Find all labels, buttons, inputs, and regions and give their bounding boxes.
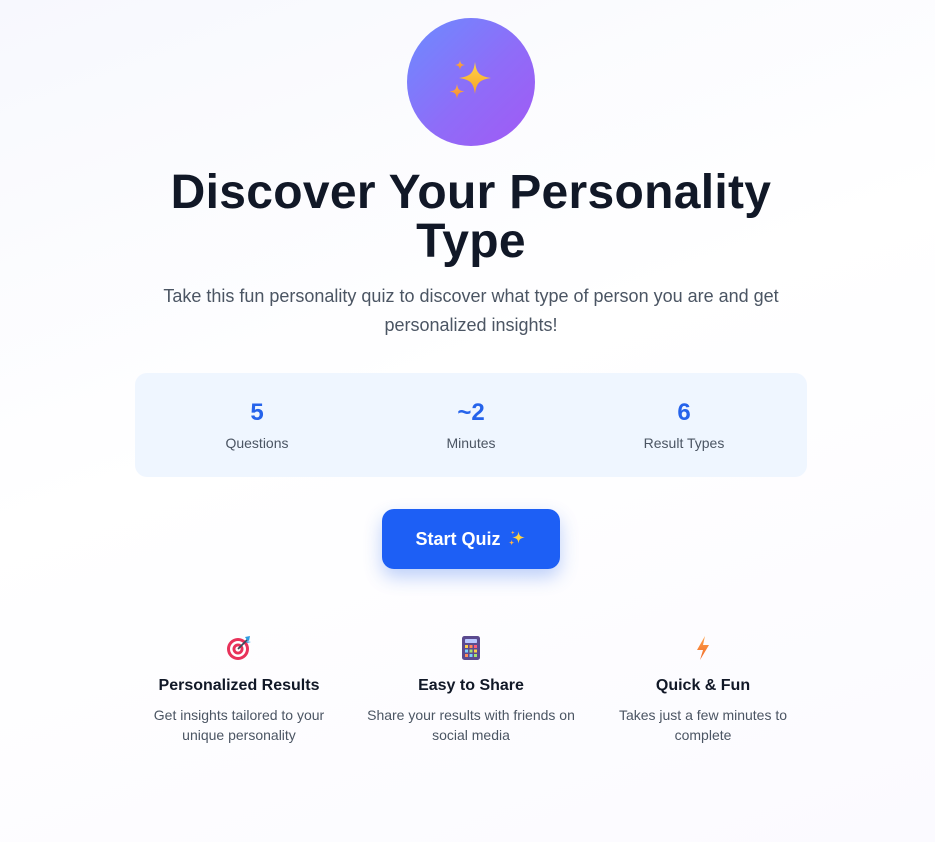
feature-title: Easy to Share: [418, 677, 524, 694]
feature-title: Quick & Fun: [655, 677, 751, 694]
start-quiz-button[interactable]: Start Quiz: [382, 509, 560, 569]
sparkles-icon: [508, 530, 525, 546]
start-quiz-label: Start Quiz: [415, 528, 501, 549]
lightning-icon: [689, 632, 717, 664]
hero-sparkles-badge: [407, 18, 535, 146]
feature-title: Personalized Results: [158, 677, 320, 694]
quiz-stats-panel: 5 Questions ~2 Minutes 6 Result Types: [135, 373, 807, 477]
page-title: Discover Your Personality Type: [170, 166, 772, 268]
stat-value: ~2: [457, 399, 485, 426]
feature-description: Get insights tailored to your unique per…: [153, 707, 325, 743]
stat-value: 5: [250, 399, 264, 426]
stat-label: Questions: [225, 435, 289, 451]
feature-description: Takes just a few minutes to complete: [618, 707, 788, 743]
stat-label: Minutes: [446, 435, 496, 451]
stat-label: Result Types: [643, 435, 725, 451]
stat-value: 6: [677, 399, 691, 426]
target-icon: [225, 632, 253, 664]
calculator-icon: [457, 632, 485, 664]
page-subtitle: Take this fun personality quiz to discov…: [163, 286, 779, 335]
sparkles-icon: [449, 60, 491, 99]
feature-description: Share your results with friends on socia…: [367, 707, 575, 743]
